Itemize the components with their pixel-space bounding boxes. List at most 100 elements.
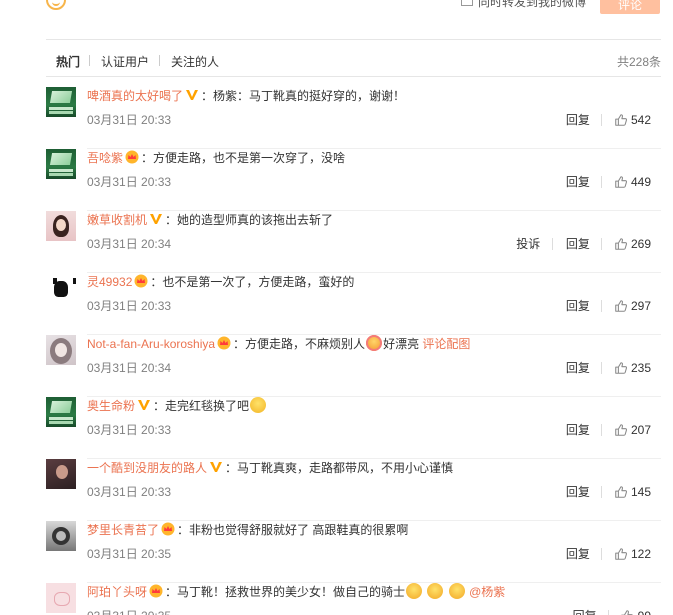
- forward-checkbox[interactable]: [461, 0, 473, 6]
- avatar[interactable]: [46, 335, 76, 365]
- like-button[interactable]: 269: [614, 237, 651, 251]
- reply-button[interactable]: 回复: [566, 175, 590, 189]
- comment-username[interactable]: 奥生命粉: [87, 399, 135, 413]
- comment-username[interactable]: 嫩草收割机: [87, 213, 147, 227]
- composer-bar: 同时转发到我的微博 评论: [0, 0, 673, 14]
- comment-username[interactable]: 啤酒真的太好喝了: [87, 89, 183, 103]
- thumbs-up-icon: [614, 299, 628, 313]
- comment-text: ：杨紫：马丁靴真的挺好穿的，谢谢！: [201, 89, 406, 103]
- comment-username[interactable]: 吾唸紫: [87, 151, 123, 165]
- comment-time: 03月31日 20:34: [87, 361, 172, 375]
- like-button[interactable]: 449: [614, 175, 651, 189]
- action-separator: [601, 424, 603, 436]
- avatar[interactable]: [46, 583, 76, 613]
- surprised-emoji-icon: [448, 583, 465, 599]
- mention-link[interactable]: @杨紫: [469, 585, 505, 599]
- avatar[interactable]: [46, 211, 76, 241]
- comment-time: 03月31日 20:33: [87, 299, 172, 313]
- thumbs-up-icon: [614, 485, 628, 499]
- comment-time: 03月31日 20:33: [87, 113, 172, 127]
- comment-username[interactable]: Not-a-fan-Aru-koroshiya: [87, 337, 215, 351]
- comment-time: 03月31日 20:33: [87, 423, 172, 437]
- tab-hot[interactable]: 热门: [56, 53, 80, 70]
- like-button[interactable]: 235: [614, 361, 651, 375]
- surprised-emoji-icon: [427, 583, 444, 599]
- crown-badge-icon: [217, 336, 231, 350]
- comment-time: 03月31日 20:33: [87, 485, 172, 499]
- avatar[interactable]: [46, 459, 76, 489]
- thumbs-up-icon: [614, 547, 628, 561]
- like-button[interactable]: 542: [614, 113, 651, 127]
- reply-button[interactable]: 回复: [566, 237, 590, 251]
- comment-username[interactable]: 阿珀丫头呀: [87, 585, 147, 599]
- reply-button[interactable]: 回复: [566, 299, 590, 313]
- like-count: 122: [630, 547, 651, 561]
- like-count: 145: [630, 485, 651, 499]
- like-count: 449: [630, 175, 651, 189]
- forward-checkbox-label: 同时转发到我的微博: [478, 0, 587, 9]
- avatar[interactable]: [46, 87, 76, 117]
- like-button[interactable]: 207: [614, 423, 651, 437]
- crown-badge-icon: [161, 522, 175, 536]
- comment-username[interactable]: 一个酷到没朋友的路人: [87, 461, 207, 475]
- comment-total-count: 共228条: [616, 55, 661, 69]
- comment-time: 03月31日 20:35: [87, 607, 171, 615]
- comment-text: ：方便走路，也不是第一次穿了，没啥: [141, 151, 346, 165]
- comment-item: 一个酷到没朋友的路人 ：马丁靴真爽，走路都带风，不用小心谨慎 03月31日 20:…: [46, 459, 661, 521]
- crown-badge-icon: [125, 150, 139, 164]
- comment-item: 啤酒真的太好喝了 ：杨紫：马丁靴真的挺好穿的，谢谢！ 03月31日 20:33 回…: [46, 87, 661, 149]
- action-separator: [607, 610, 609, 615]
- thumbs-up-icon: [614, 237, 628, 251]
- comment-filter-bar: 热门 认证用户 关注的人 共228条: [46, 49, 661, 73]
- submit-comment-button[interactable]: 评论: [600, 0, 660, 14]
- comment-text: ：方便走路，不麻烦别人: [233, 337, 366, 351]
- like-count: 99: [638, 609, 651, 615]
- comment-picture-link[interactable]: 评论配图: [422, 337, 470, 351]
- reply-button[interactable]: 回复: [566, 485, 590, 499]
- tab-verified-users[interactable]: 认证用户: [101, 53, 149, 70]
- reply-button[interactable]: 回复: [566, 547, 590, 561]
- comment-item: 灵49932 ：也不是第一次了，方便走路，蛮好的 03月31日 20:33 回复 …: [46, 273, 661, 335]
- comment-item: Not-a-fan-Aru-koroshiya ：方便走路，不麻烦别人 好漂亮 评论…: [46, 335, 661, 397]
- comment-item: 梦里长青苔了 ：非粉也觉得舒服就好了 高跟鞋真的很累啊 03月31日 20:35 …: [46, 521, 661, 583]
- action-separator: [601, 238, 603, 250]
- avatar[interactable]: [46, 273, 76, 303]
- avatar[interactable]: [46, 149, 76, 179]
- comment-text: ：非粉也觉得舒服就好了 高跟鞋真的很累啊: [177, 523, 409, 537]
- like-button[interactable]: 122: [614, 547, 651, 561]
- comment-item: 嫩草收割机 ：她的造型师真的该拖出去斩了 03月31日 20:34 投诉 回复 2…: [46, 211, 661, 273]
- action-separator: [601, 176, 603, 188]
- vip-badge-icon: [185, 88, 199, 102]
- reply-button[interactable]: 回复: [566, 423, 590, 437]
- thumbs-up-icon: [614, 423, 628, 437]
- avatar[interactable]: [46, 397, 76, 427]
- comment-time: 03月31日 20:35: [87, 547, 172, 561]
- like-button[interactable]: 145: [614, 485, 651, 499]
- report-button[interactable]: 投诉: [516, 237, 540, 251]
- thumbs-up-icon: [614, 113, 628, 127]
- divider: [46, 76, 661, 77]
- like-count: 542: [630, 113, 651, 127]
- like-button[interactable]: 99: [620, 609, 651, 615]
- comment-time: 03月31日 20:33: [87, 175, 172, 189]
- reply-button[interactable]: 回复: [566, 113, 590, 127]
- action-separator: [551, 238, 553, 250]
- comment-text: ：马丁靴真爽，走路都带风，不用小心谨慎: [225, 461, 454, 475]
- comment-text: ：她的造型师真的该拖出去斩了: [165, 213, 334, 227]
- thumbs-up-icon: [620, 609, 634, 615]
- comment-item: 阿珀丫头呀 ：马丁靴！拯救世界的美少女！做自己的骑士 @杨紫 03月31日 20:…: [46, 583, 661, 615]
- laughing-emoji-icon: [250, 397, 267, 413]
- like-button[interactable]: 297: [614, 299, 651, 313]
- surprised-emoji-icon: [406, 583, 423, 599]
- vip-badge-icon: [137, 398, 151, 412]
- tab-following[interactable]: 关注的人: [171, 53, 219, 70]
- comment-username[interactable]: 灵49932: [87, 275, 132, 289]
- reply-button[interactable]: 回复: [573, 609, 597, 615]
- reply-button[interactable]: 回复: [566, 361, 590, 375]
- comment-username[interactable]: 梦里长青苔了: [87, 523, 159, 537]
- comment-text: ：马丁靴！拯救世界的美少女！做自己的骑士: [165, 585, 406, 599]
- avatar[interactable]: [46, 521, 76, 551]
- emoji-picker-icon[interactable]: [46, 0, 66, 10]
- vip-badge-icon: [149, 212, 163, 226]
- tab-separator: [159, 55, 160, 66]
